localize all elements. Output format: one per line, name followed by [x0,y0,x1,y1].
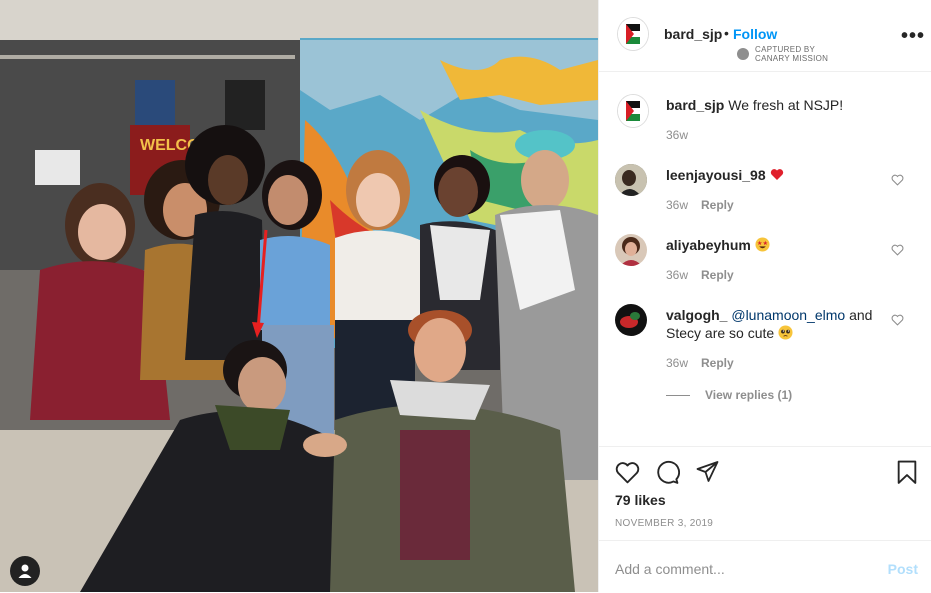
comment-meta: 36w Reply [666,356,734,370]
follow-button[interactable]: Follow [733,26,777,42]
avatar-photo [615,304,647,336]
sjp-logo-icon [618,18,648,50]
star-struck-face-icon [755,237,770,252]
comment-username[interactable]: aliyabeyhum [666,237,751,253]
view-replies-button[interactable]: View replies (1) [705,388,792,402]
tagged-users-button[interactable] [10,556,40,586]
caption-username[interactable]: bard_sjp [666,97,724,113]
comment-bubble-icon[interactable] [655,460,680,485]
post-header: bard_sjp • Follow CAPTURED BY CANARY MIS… [599,0,931,72]
likes-count[interactable]: 79 likes [615,492,666,508]
replies-divider [666,395,690,396]
post-photo[interactable]: WELCO [0,0,598,592]
captured-line-2: CANARY MISSION [755,54,829,63]
sjp-logo-icon [618,95,648,127]
captured-by-label: CAPTURED BY CANARY MISSION [755,45,828,63]
like-comment-heart-icon[interactable] [891,174,904,186]
red-heart-icon [770,169,783,180]
comment-mention[interactable]: @lunamoon_elmo [731,307,845,323]
commenter-avatar[interactable] [615,164,647,196]
reply-button[interactable]: Reply [701,356,734,370]
caption-body: We fresh at NSJP! [728,97,844,113]
user-icon [18,564,32,578]
comment-text: leenjayousi_98 [666,166,896,184]
canary-mission-icon [737,48,749,60]
like-comment-heart-icon[interactable] [891,314,904,326]
comment-meta: 36w Reply [666,268,734,282]
comment-age[interactable]: 36w [666,356,688,370]
avatar-photo [615,234,647,266]
comment-text: aliyabeyhum [666,236,896,254]
commenter-avatar[interactable] [615,304,647,336]
comment-username[interactable]: leenjayousi_98 [666,167,766,183]
commenter-avatar[interactable] [615,234,647,266]
comment-username[interactable]: valgogh_ [666,307,727,323]
post-date[interactable]: NOVEMBER 3, 2019 [615,518,713,529]
comment-age[interactable]: 36w [666,268,688,282]
separator-dot: • [724,25,729,41]
caption-avatar[interactable] [617,94,649,128]
share-send-icon[interactable] [695,460,720,484]
profile-avatar[interactable] [617,17,649,51]
group-photo-image: WELCO [0,0,598,592]
more-options-icon[interactable]: ••• [901,26,925,46]
caption-age[interactable]: 36w [666,128,688,142]
save-bookmark-icon[interactable] [896,460,918,485]
comment-meta: 36w Reply [666,198,734,212]
captured-line-1: CAPTURED BY [755,45,816,54]
reply-button[interactable]: Reply [701,268,734,282]
post-author-username[interactable]: bard_sjp [664,26,722,42]
add-comment-bar: Add a comment... Post [599,540,931,593]
like-heart-icon[interactable] [615,461,640,484]
pleading-face-icon [778,325,793,340]
post-comment-button[interactable]: Post [888,561,918,577]
avatar-photo [615,164,647,196]
like-comment-heart-icon[interactable] [891,244,904,256]
reply-button[interactable]: Reply [701,198,734,212]
comment-text: valgogh_ @lunamoon_elmo and Stecy are so… [666,306,896,342]
post-action-bar [599,446,931,484]
caption-text: bard_sjp We fresh at NSJP! [666,96,896,114]
comment-age[interactable]: 36w [666,198,688,212]
post-side-panel: bard_sjp • Follow CAPTURED BY CANARY MIS… [598,0,931,592]
add-comment-input[interactable]: Add a comment... [615,561,725,577]
